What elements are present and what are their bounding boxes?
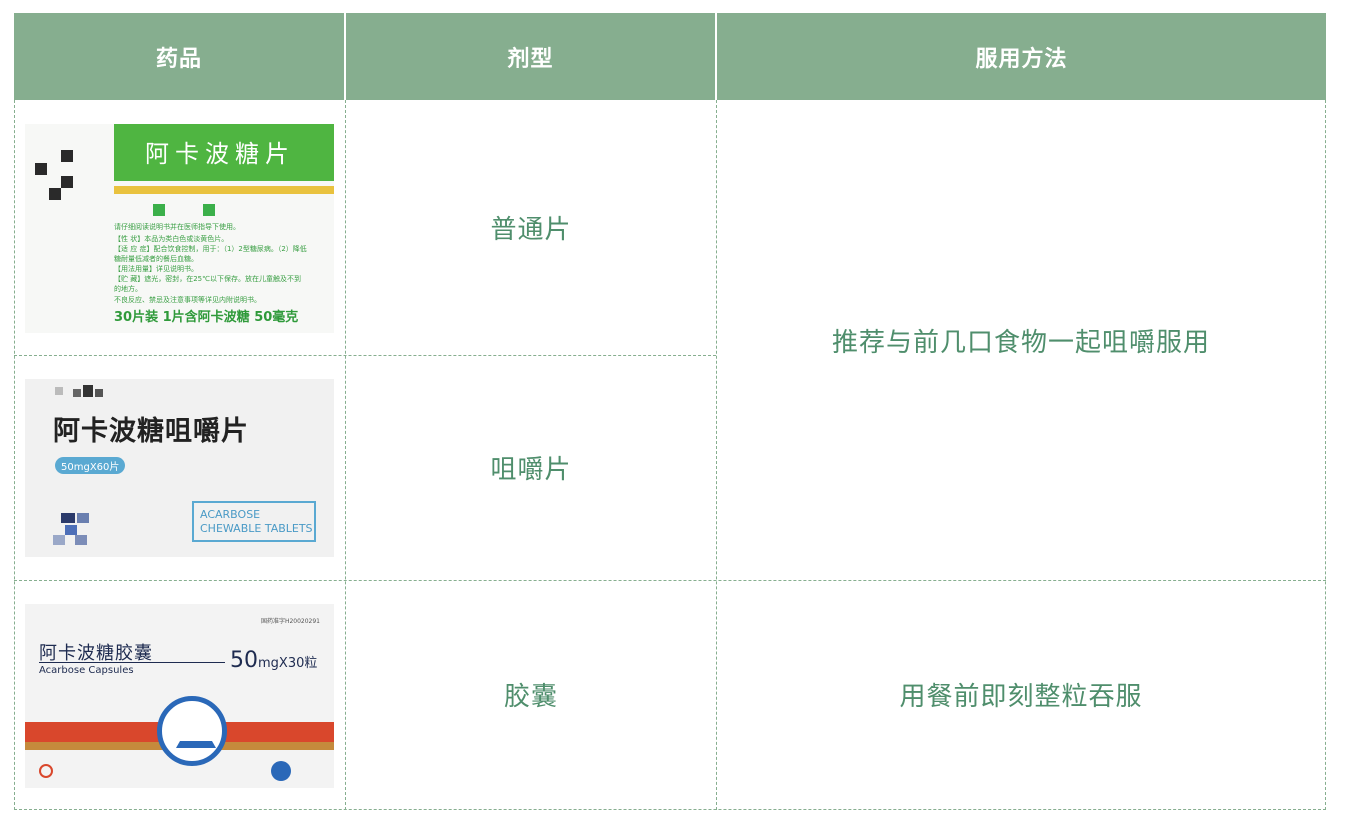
blur-block <box>73 389 81 397</box>
drug-table: 药品 剂型 服用方法 阿卡波糖片 请仔细阅读说明书并在医师指导下使用。 【性 状… <box>14 13 1326 810</box>
blur-block <box>95 389 103 397</box>
check-mark-icon <box>176 717 216 748</box>
blur-block <box>61 150 73 162</box>
blur-block <box>65 525 77 535</box>
package-fine-text: 【用法用量】详见说明书。 <box>114 265 198 273</box>
brand-logo <box>271 761 291 781</box>
header-usage: 服用方法 <box>717 13 1326 100</box>
border-left <box>14 100 15 810</box>
capsule-package-image: 国药准字H20020291 阿卡波糖胶囊 Acarbose Capsules 5… <box>25 604 334 788</box>
package-fine-text: 【适 应 症】配合饮食控制，用于：（1）2型糖尿病。（2）降低 <box>114 245 307 253</box>
package-english-box: ACARBOSE CHEWABLE TABLETS <box>192 501 316 542</box>
package-approval-number: 国药准字H20020291 <box>260 618 320 625</box>
usage-capsule: 用餐前即刻整粒吞服 <box>899 682 1143 712</box>
blur-block <box>75 535 87 545</box>
blur-block <box>61 176 73 188</box>
header-drug: 药品 <box>14 13 344 100</box>
form-chewable-tablet: 咀嚼片 <box>490 455 572 485</box>
blur-block <box>49 188 61 200</box>
package-subtitle: Acarbose Capsules <box>39 665 134 676</box>
consistency-seal-icon <box>157 696 227 766</box>
blur-block <box>53 535 65 545</box>
border-bottom <box>14 809 1326 810</box>
blur-block <box>61 513 75 523</box>
blur-block <box>55 387 63 395</box>
border-right <box>1325 100 1326 810</box>
package-english-line: CHEWABLE TABLETS <box>200 522 313 535</box>
package-fine-text: 不良反应、禁忌及注意事项等详见内附说明书。 <box>114 296 261 304</box>
package-fine-text: 糖耐量低减者的餐后血糖。 <box>114 255 198 263</box>
form-plain-tablet: 普通片 <box>490 215 572 245</box>
capsule-icon <box>39 764 53 778</box>
package-fine-text: 的地方。 <box>114 285 142 293</box>
tablet-package-image: 阿卡波糖片 请仔细阅读说明书并在医师指导下使用。 【性 状】本品为类白色或淡黄色… <box>25 124 334 333</box>
package-title-underline <box>39 662 225 663</box>
form-capsule: 胶囊 <box>503 682 558 712</box>
package-fine-text: 【性 状】本品为类白色或淡黄色片。 <box>114 235 229 243</box>
package-count-text: 30片装 1片含阿卡波糖 50毫克 <box>114 310 299 325</box>
dose-unit: mgX30粒 <box>258 656 318 671</box>
blur-block <box>35 163 47 175</box>
package-yellow-stripe <box>114 186 334 194</box>
dose-value: 50 <box>230 648 258 673</box>
package-dose-pill: 50mgX60片 <box>55 457 126 474</box>
package-title: 阿卡波糖咀嚼片 <box>53 416 249 447</box>
blur-block <box>83 385 93 397</box>
package-dose: 50mgX30粒 <box>230 648 317 673</box>
green-square <box>153 204 165 216</box>
green-square <box>203 204 215 216</box>
package-title: 阿卡波糖片 <box>145 140 295 168</box>
usage-tablets: 推荐与前几口食物一起咀嚼服用 <box>831 327 1210 358</box>
package-english-line: ACARBOSE <box>200 508 261 521</box>
package-fine-text: 请仔细阅读说明书并在医师指导下使用。 <box>114 223 240 231</box>
package-fine-text: 【贮 藏】遮光，密封，在25℃以下保存。放在儿童触及不到 <box>114 275 301 283</box>
header-form: 剂型 <box>346 13 715 100</box>
chewable-package-image: 阿卡波糖咀嚼片 50mgX60片 ACARBOSE CHEWABLE TABLE… <box>25 379 334 557</box>
blur-block <box>77 513 89 523</box>
